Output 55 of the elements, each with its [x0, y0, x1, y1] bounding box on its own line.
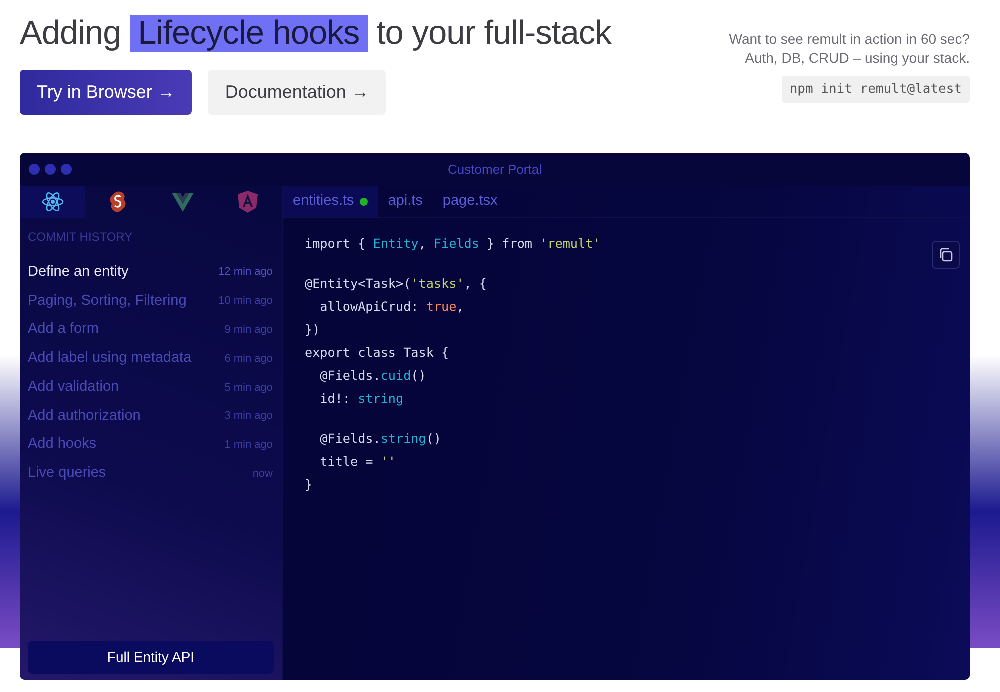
commit-time: now [252, 466, 273, 482]
code-line: @Fields.string() [319, 430, 442, 448]
commit-label: Add validation [28, 378, 120, 397]
commit-label: Live queries [28, 464, 106, 484]
full-entity-api-button[interactable]: Full Entity API [28, 641, 274, 674]
code-line: import { Entity, Fields } from 'remult' [305, 235, 602, 254]
copy-button[interactable] [932, 241, 960, 270]
s-logo-icon [108, 191, 126, 214]
code-line: title = '' [319, 453, 397, 472]
commit-time: 6 min ago [224, 352, 273, 367]
window-dot [61, 164, 72, 176]
window-dot [29, 164, 40, 176]
documentation-button[interactable]: Documentation → [208, 70, 386, 116]
commit-item[interactable]: Paging, Sorting, Filtering 10 min ago [20, 286, 282, 316]
commit-label: Add authorization [28, 406, 141, 426]
commit-label: Add hooks [28, 435, 97, 454]
hero-title: Adding Lifecycle hooks to your full-stack [20, 14, 612, 54]
code-line: }) [305, 321, 322, 340]
commit-item[interactable]: Add authorization 3 min ago [20, 402, 282, 431]
file-tab[interactable]: api.ts [378, 186, 433, 218]
window-dot [45, 164, 56, 176]
code-line: export class Task { [305, 344, 450, 362]
framework-tab[interactable] [20, 186, 85, 218]
commit-time: 9 min ago [224, 322, 273, 338]
tagline: Want to see remult in action in 60 sec? Auth, DB, CRUD – using your stack. [729, 30, 970, 68]
file-tab[interactable]: entities.ts [283, 186, 378, 218]
commit-label: Add a form [28, 320, 99, 340]
try-button[interactable]: Try in Browser → [20, 70, 192, 116]
code-line: id!: string [319, 390, 405, 408]
file-tab[interactable]: page.tsx [432, 186, 508, 218]
commit-item[interactable]: Live queries now [20, 460, 282, 489]
v-logo-icon [172, 192, 194, 212]
commit-time: 12 min ago [218, 265, 273, 280]
code-line: allowApiCrud: true, [319, 298, 466, 316]
atom-icon [42, 192, 64, 212]
window-title: Customer Portal [448, 160, 543, 179]
copy-icon [938, 247, 954, 264]
code-line: @Fields.cuid() [319, 367, 428, 386]
code-line: @Entity<Task>('tasks', { [305, 275, 488, 294]
commit-item[interactable]: Define an entity 12 min ago [20, 258, 282, 287]
commit-label: Define an entity [28, 262, 129, 282]
section-heading: COMMIT HISTORY [27, 229, 134, 246]
commit-label: Paging, Sorting, Filtering [28, 292, 187, 310]
command-snippet: npm init remult@latest [782, 76, 970, 104]
commit-item[interactable]: Add validation 5 min ago [20, 373, 282, 402]
commit-time: 1 min ago [224, 438, 273, 454]
commit-item[interactable]: Add hooks 1 min ago [20, 430, 282, 460]
commit-item[interactable]: Add label using metadata 6 min ago [20, 344, 282, 374]
a-shield-icon [238, 191, 258, 214]
commit-time: 5 min ago [224, 380, 273, 396]
commit-item[interactable]: Add a form 9 min ago [20, 316, 282, 345]
code-line: } [305, 476, 314, 494]
commit-time: 10 min ago [218, 294, 273, 310]
commit-label: Add label using metadata [28, 349, 192, 368]
commit-time: 3 min ago [224, 409, 273, 424]
